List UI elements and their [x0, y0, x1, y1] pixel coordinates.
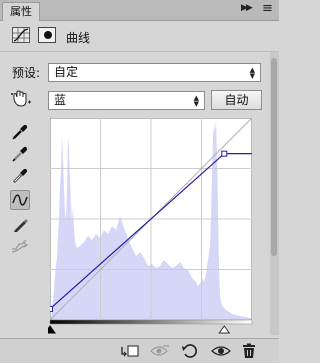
- preset-select[interactable]: 自定 ▲ ▼: [48, 63, 261, 82]
- white-point-control[interactable]: [221, 150, 228, 157]
- preset-label: 预设:: [12, 66, 41, 80]
- updown-arrows-icon: ▲ ▼: [193, 94, 199, 108]
- layer-mask-icon[interactable]: [38, 27, 56, 43]
- bottom-toolbar: [0, 338, 279, 363]
- channel-value: 蓝: [54, 93, 67, 107]
- panel-menu-icon[interactable]: ≡: [262, 1, 273, 16]
- black-input-handle[interactable]: [48, 325, 56, 334]
- clip-to-layer-icon[interactable]: [120, 343, 139, 359]
- reset-icon[interactable]: [181, 343, 199, 359]
- pencil-draw-icon[interactable]: [10, 214, 30, 234]
- black-point-control[interactable]: [50, 305, 53, 312]
- curves-adjustment-icon[interactable]: [12, 27, 30, 43]
- panel-header: 属性 ▶▶ ≡: [0, 0, 279, 21]
- adjustment-title: 曲线: [66, 31, 91, 45]
- tab-properties-label: 属性: [10, 5, 32, 18]
- curve-graph[interactable]: [50, 118, 252, 320]
- gray-point-eyedropper-icon[interactable]: [10, 143, 30, 163]
- edit-points-curve-icon[interactable]: [10, 190, 30, 210]
- input-levels-slider[interactable]: [48, 320, 258, 336]
- white-input-handle[interactable]: [218, 325, 231, 334]
- preset-value: 自定: [54, 65, 79, 79]
- adjustment-header: 曲线: [0, 22, 279, 52]
- channel-select[interactable]: 蓝 ▲ ▼: [48, 91, 205, 110]
- tab-properties[interactable]: 属性: [2, 2, 40, 21]
- properties-panel: 属性 ▶▶ ≡ 曲线 预设: 自定 ▲ ▼ 蓝 ▲ ▼ 自动: [0, 0, 279, 363]
- smooth-curve-icon: [10, 236, 30, 256]
- collapse-icon[interactable]: ▶▶: [241, 3, 253, 13]
- black-point-eyedropper-icon[interactable]: [10, 121, 30, 141]
- auto-button[interactable]: 自动: [211, 90, 262, 110]
- scrollbar-thumb[interactable]: [271, 58, 277, 256]
- targeted-adjustment-hand-icon[interactable]: [11, 90, 31, 108]
- visibility-eye-icon[interactable]: [211, 343, 231, 359]
- white-point-eyedropper-icon[interactable]: [10, 165, 30, 185]
- updown-arrows-icon: ▲ ▼: [249, 66, 255, 80]
- view-previous-state-icon[interactable]: [150, 343, 169, 359]
- delete-trash-icon[interactable]: [241, 343, 259, 359]
- panel-scrollbar[interactable]: [270, 52, 279, 335]
